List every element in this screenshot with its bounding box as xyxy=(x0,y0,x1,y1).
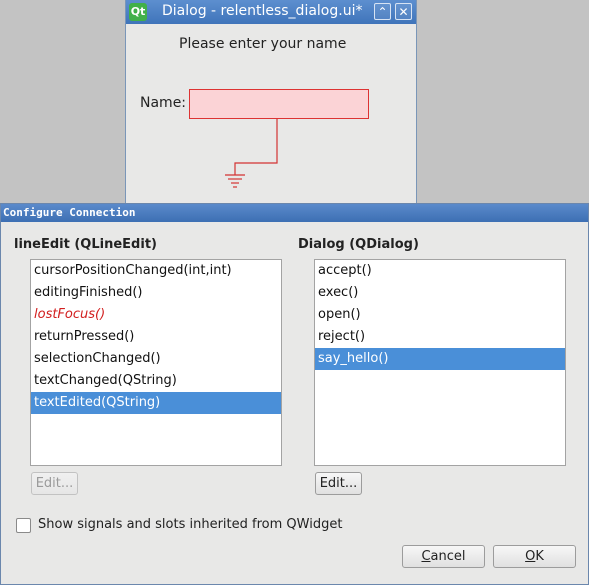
slot-list[interactable]: accept() exec() open() reject() say_hello() xyxy=(314,259,566,466)
signal-group-header: lineEdit (QLineEdit) xyxy=(14,237,157,252)
designer-form-window: Qt Dialog - relentless_dialog.ui* ⌃ ✕ Pl… xyxy=(125,0,417,210)
signal-list-item[interactable]: textChanged(QString) xyxy=(31,370,281,392)
prompt-label: Please enter your name xyxy=(179,36,347,52)
designer-window-title: Dialog - relentless_dialog.ui* xyxy=(162,3,363,19)
signal-list-item[interactable]: textEdited(QString) xyxy=(31,392,281,414)
signal-list-item[interactable]: returnPressed() xyxy=(31,326,281,348)
slot-list-item[interactable]: exec() xyxy=(315,282,565,304)
signal-list-item[interactable]: editingFinished() xyxy=(31,282,281,304)
signal-list-item[interactable]: lostFocus() xyxy=(31,304,281,326)
slot-list-item[interactable]: accept() xyxy=(315,260,565,282)
name-line-edit[interactable] xyxy=(189,89,369,119)
connection-ground-icon xyxy=(225,119,278,188)
signal-edit-button: Edit... xyxy=(31,472,78,495)
signal-list-item[interactable]: cursorPositionChanged(int,int) xyxy=(31,260,281,282)
designer-titlebar[interactable]: Qt Dialog - relentless_dialog.ui* ⌃ ✕ xyxy=(126,0,416,24)
configure-connection-dialog: Configure Connection lineEdit (QLineEdit… xyxy=(0,203,589,585)
name-label: Name: xyxy=(140,95,187,111)
qt-logo-icon: Qt xyxy=(129,3,147,21)
close-icon[interactable]: ✕ xyxy=(395,3,412,20)
slot-edit-button[interactable]: Edit... xyxy=(315,472,362,495)
ok-button[interactable]: OK xyxy=(493,545,576,568)
slot-list-item[interactable]: open() xyxy=(315,304,565,326)
dialog-title[interactable]: Configure Connection xyxy=(1,204,588,222)
signal-list[interactable]: cursorPositionChanged(int,int) editingFin… xyxy=(30,259,282,466)
minimize-button[interactable]: ⌃ xyxy=(374,3,391,20)
slot-list-item[interactable]: say_hello() xyxy=(315,348,565,370)
inherit-checkbox-label[interactable]: Show signals and slots inherited from QW… xyxy=(38,517,342,532)
signal-list-item[interactable]: selectionChanged() xyxy=(31,348,281,370)
cancel-button[interactable]: Cancel xyxy=(402,545,485,568)
inherit-checkbox[interactable] xyxy=(16,518,31,533)
slot-group-header: Dialog (QDialog) xyxy=(298,237,419,252)
slot-list-item[interactable]: reject() xyxy=(315,326,565,348)
